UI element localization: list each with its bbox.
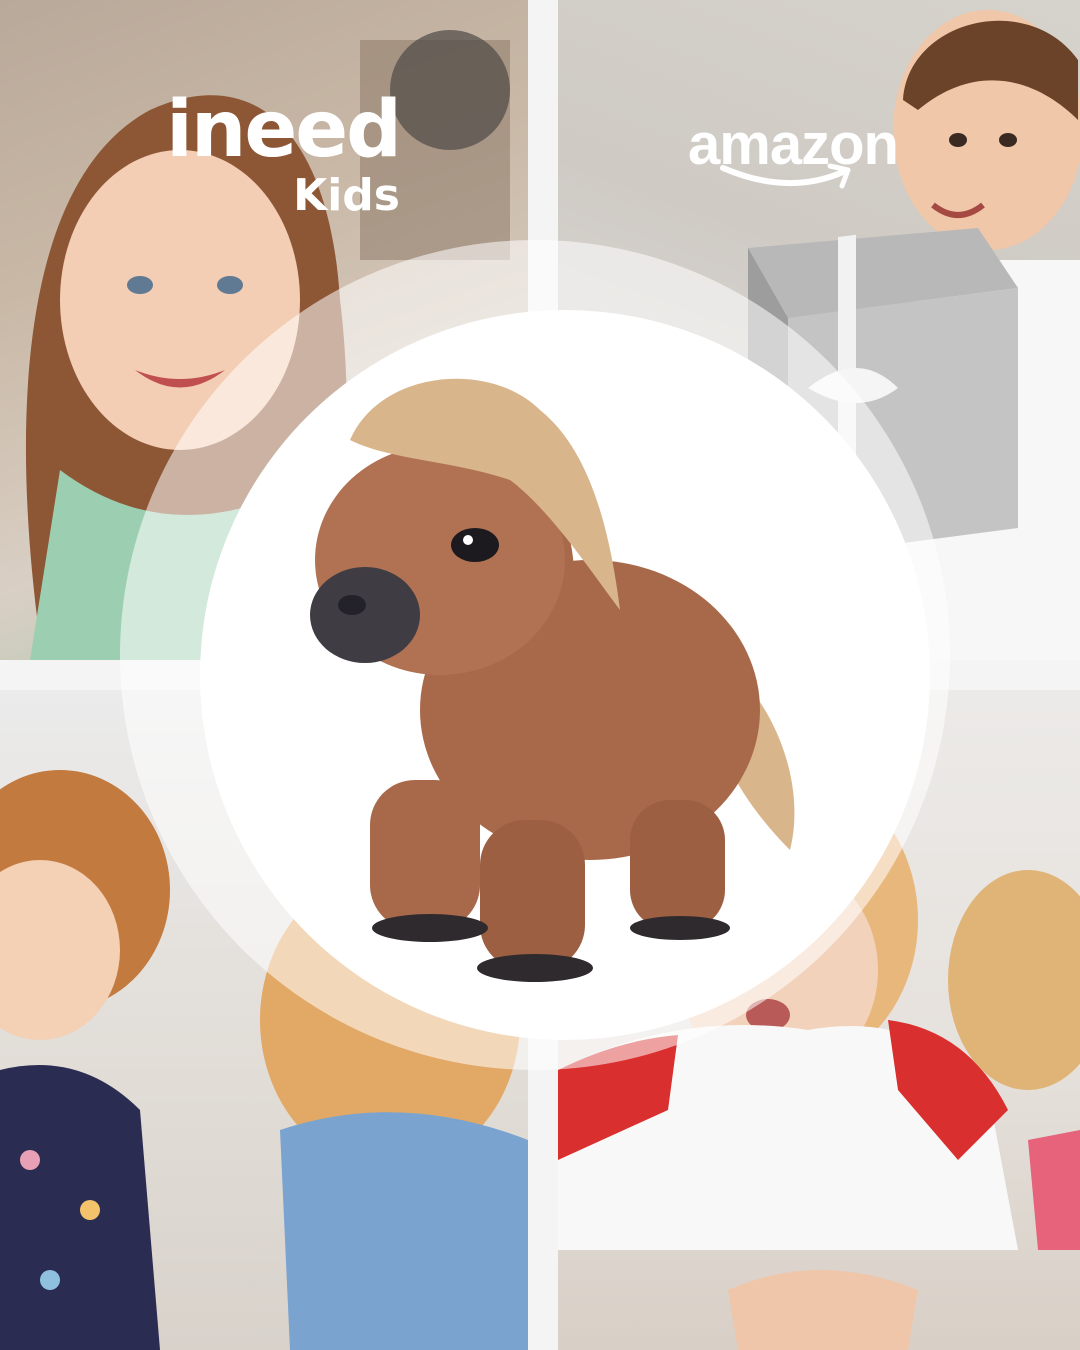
smile-arrow-icon — [720, 163, 851, 189]
amazon-logo: amazon — [688, 112, 933, 189]
plush-pony-icon — [310, 378, 795, 982]
ineed-kids-logo: ineed Kids — [160, 85, 402, 221]
promo-collage: ineed Kids amazon — [0, 0, 1080, 1350]
logo-line-1: ineed — [166, 85, 402, 175]
logo-line-2: Kids — [293, 170, 400, 221]
